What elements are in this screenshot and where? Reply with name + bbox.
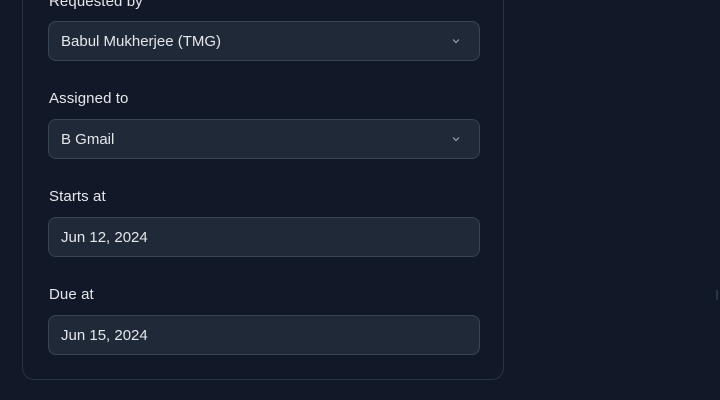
starts-at-value: Jun 12, 2024 bbox=[61, 228, 148, 246]
starts-at-label: Starts at bbox=[49, 188, 106, 205]
due-at-label: Due at bbox=[49, 286, 94, 303]
requested-by-label: Requested by bbox=[49, 0, 143, 10]
requested-by-value: Babul Mukherjee (TMG) bbox=[61, 32, 222, 50]
assigned-to-value: B Gmail bbox=[61, 130, 115, 148]
due-at-date-input[interactable]: Jun 15, 2024 bbox=[48, 315, 480, 355]
assigned-to-label: Assigned to bbox=[49, 90, 129, 107]
due-at-value: Jun 15, 2024 bbox=[61, 326, 148, 344]
page: Requested by Babul Mukherjee (TMG) Assig… bbox=[0, 0, 720, 400]
assigned-to-select[interactable]: B Gmail bbox=[48, 119, 480, 159]
chevron-down-icon bbox=[451, 36, 461, 46]
starts-at-date-input[interactable]: Jun 12, 2024 bbox=[48, 217, 480, 257]
chevron-down-icon bbox=[451, 134, 461, 144]
panel-divider bbox=[716, 290, 718, 300]
requested-by-select[interactable]: Babul Mukherjee (TMG) bbox=[48, 21, 480, 61]
